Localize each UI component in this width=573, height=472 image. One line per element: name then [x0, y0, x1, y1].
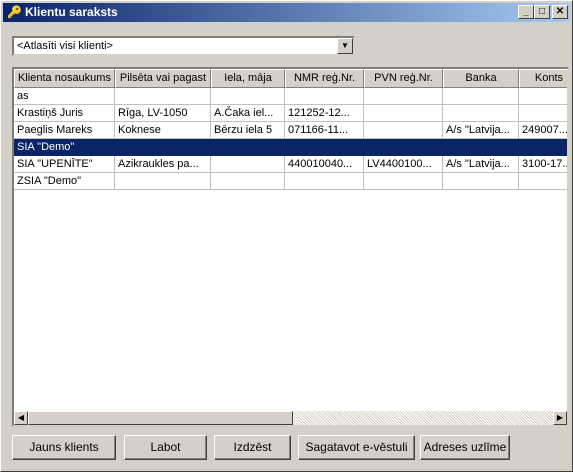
table-row[interactable]: Paeglis Mareks Koknese Bērzu iela 5 071166-…: [14, 122, 567, 139]
edit-button[interactable]: Labot: [124, 435, 207, 460]
close-button[interactable]: ✕: [552, 5, 568, 19]
table-cell: 3100-17...: [519, 156, 567, 173]
table-cell: SIA "UPENĪTE": [14, 156, 115, 173]
table-cell: A.Čaka iel...: [211, 105, 285, 122]
client-table: Klienta nosaukums Pilsēta vai pagast Iela,…: [12, 67, 569, 427]
table-cell: Bērzu iela 5: [211, 122, 285, 139]
table-cell: [364, 173, 443, 190]
table-cell: [211, 156, 285, 173]
table-cell: [519, 88, 567, 105]
table-row[interactable]: SIA "UPENĪTE" Azikraukles pa... 440010040.…: [14, 156, 567, 173]
table-row[interactable]: SIA "Demo": [14, 139, 567, 156]
table-cell: [519, 139, 567, 156]
column-header[interactable]: NMR reģ.Nr.: [285, 69, 364, 88]
scroll-track[interactable]: [293, 411, 553, 425]
scroll-left-icon[interactable]: ◀: [14, 411, 28, 425]
column-header[interactable]: Klienta nosaukums: [14, 69, 115, 88]
table-cell: [443, 88, 519, 105]
table-cell: [211, 173, 285, 190]
address-label-button[interactable]: Adreses uzlīme: [420, 435, 510, 460]
minimize-button[interactable]: _: [518, 5, 534, 19]
table-row[interactable]: as: [14, 88, 567, 105]
table-cell: [211, 139, 285, 156]
table-row[interactable]: Krastiņš Juris Rīga, LV-1050 A.Čaka iel...…: [14, 105, 567, 122]
window-title: Klientu saraksts: [25, 5, 118, 19]
table-cell: 071166-11...: [285, 122, 364, 139]
table-cell: [443, 139, 519, 156]
key-icon: 🔑: [7, 5, 22, 19]
table-cell: [443, 173, 519, 190]
table-cell: [364, 105, 443, 122]
table-cell: 249007...: [519, 122, 567, 139]
maximize-button[interactable]: □: [534, 5, 550, 19]
table-cell: [519, 105, 567, 122]
table-cell: [519, 173, 567, 190]
table-cell: A/s "Latvija...: [443, 156, 519, 173]
table-cell: Azikraukles pa...: [115, 156, 211, 173]
table-cell: [115, 139, 211, 156]
table-cell: Krastiņš Juris: [14, 105, 115, 122]
table-cell: Rīga, LV-1050: [115, 105, 211, 122]
table-cell: LV4400100...: [364, 156, 443, 173]
column-header[interactable]: PVN reģ.Nr.: [364, 69, 443, 88]
client-filter-dropdown[interactable]: <Atlasīti visi klienti> ▼: [12, 36, 355, 56]
scroll-thumb[interactable]: [28, 411, 293, 425]
table-cell: [285, 173, 364, 190]
table-cell: Paeglis Mareks: [14, 122, 115, 139]
new-client-button[interactable]: Jauns klients: [12, 435, 116, 460]
table-cell: 440010040...: [285, 156, 364, 173]
client-filter-value: <Atlasīti visi klienti>: [17, 40, 113, 52]
column-header[interactable]: Konts: [519, 69, 567, 88]
column-header[interactable]: Iela, māja: [211, 69, 285, 88]
column-header[interactable]: Pilsēta vai pagast: [115, 69, 211, 88]
title-bar[interactable]: 🔑 Klientu saraksts _ □ ✕: [3, 3, 570, 22]
table-cell: [285, 139, 364, 156]
table-cell: Koknese: [115, 122, 211, 139]
client-list-window: 🔑 Klientu saraksts _ □ ✕ <Atlasīti visi …: [0, 0, 573, 472]
chevron-down-icon[interactable]: ▼: [337, 38, 353, 54]
table-cell: A/s "Latvija...: [443, 122, 519, 139]
table-cell: ZSIA "Demo": [14, 173, 115, 190]
column-header[interactable]: Banka: [443, 69, 519, 88]
table-cell: [364, 122, 443, 139]
table-cell: as: [14, 88, 115, 105]
table-cell: SIA "Demo": [14, 139, 115, 156]
table-cell: [115, 88, 211, 105]
table-cell: [443, 105, 519, 122]
delete-button[interactable]: Izdzēst: [214, 435, 291, 460]
table-cell: [285, 88, 364, 105]
horizontal-scrollbar[interactable]: ◀ ▶: [14, 411, 567, 425]
prepare-email-button[interactable]: Sagatavot e-vēstuli: [298, 435, 415, 460]
table-cell: [115, 173, 211, 190]
table-cell: [211, 88, 285, 105]
table-row[interactable]: ZSIA "Demo": [14, 173, 567, 190]
table-cell: [364, 139, 443, 156]
table-cell: [364, 88, 443, 105]
table-cell: 121252-12...: [285, 105, 364, 122]
scroll-right-icon[interactable]: ▶: [553, 411, 567, 425]
